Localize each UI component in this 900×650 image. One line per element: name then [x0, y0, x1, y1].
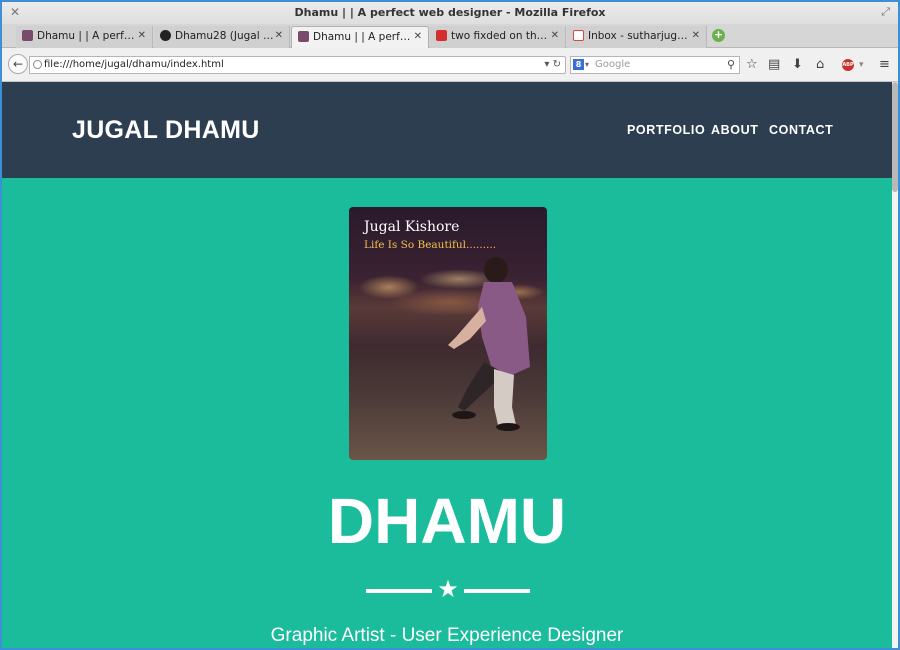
- tab-strip: Dhamu | | A perfect web d... ✕ Dhamu28 (…: [2, 24, 898, 48]
- nav-about[interactable]: ABOUT: [711, 123, 758, 137]
- url-bar[interactable]: file:///home/jugal/dhamu/index.html ▾ ↻: [29, 56, 566, 74]
- chevron-down-icon[interactable]: ▾: [585, 57, 589, 73]
- browser-window: ✕ Dhamu | | A perfect web designer - Moz…: [0, 0, 900, 650]
- hero-name: DHAMU: [327, 485, 567, 557]
- close-tab-icon[interactable]: ✕: [138, 30, 146, 41]
- navigation-toolbar: ← file:///home/jugal/dhamu/index.html ▾ …: [2, 48, 898, 82]
- hero-tagline: Graphic Artist - User Experience Designe…: [270, 625, 624, 646]
- divider-line: [464, 589, 530, 593]
- adblock-icon[interactable]: ABP: [842, 59, 854, 71]
- divider-line: [366, 589, 432, 593]
- close-tab-icon[interactable]: ✕: [275, 30, 283, 41]
- site-favicon-icon: [298, 31, 309, 42]
- tab-label: Dhamu28 (Jugal Dhamu): [175, 30, 275, 42]
- scrollbar-thumb[interactable]: [892, 82, 898, 192]
- profile-photo: Jugal Kishore Life Is So Beautiful......…: [349, 207, 547, 460]
- hero-section: Jugal Kishore Life Is So Beautiful......…: [2, 178, 892, 648]
- tab-label: Dhamu | | A perfect web d...: [37, 30, 137, 42]
- tab-youtube[interactable]: two fixded on the top nav... ✕: [430, 26, 566, 48]
- close-tab-icon[interactable]: ✕: [551, 30, 559, 41]
- window-maximize-icon[interactable]: ⤢: [881, 5, 890, 19]
- tab-label: Inbox - sutharjugalk@gmai...: [588, 30, 688, 42]
- star-icon: ★: [437, 575, 459, 603]
- new-tab-icon[interactable]: +: [712, 29, 725, 42]
- reading-list-icon[interactable]: ▤: [768, 57, 780, 73]
- close-tab-icon[interactable]: ✕: [414, 31, 422, 42]
- nav-portfolio[interactable]: PORTFOLIO: [627, 123, 705, 137]
- globe-icon: [33, 60, 42, 69]
- page-viewport: JUGAL DHAMU PORTFOLIO ABOUT CONTACT Juga…: [2, 82, 898, 648]
- photo-title: Jugal Kishore: [364, 219, 460, 235]
- home-icon[interactable]: ⌂: [816, 57, 824, 73]
- site-brand[interactable]: JUGAL DHAMU: [72, 116, 260, 145]
- github-icon: [160, 30, 171, 41]
- menu-icon[interactable]: ≡: [879, 57, 890, 73]
- search-placeholder: Google: [595, 59, 631, 70]
- gmail-icon: [573, 30, 584, 41]
- close-tab-icon[interactable]: ✕: [692, 30, 700, 41]
- site-favicon-icon: [22, 30, 33, 41]
- adblock-menu-icon[interactable]: ▾: [859, 57, 864, 73]
- tab-label: Dhamu | | A perfect web d...: [313, 31, 413, 43]
- photo-subtitle: Life Is So Beautiful.........: [364, 239, 497, 251]
- back-button[interactable]: ←: [8, 54, 28, 74]
- tab-label: two fixded on the top nav...: [451, 30, 551, 42]
- tab-dhamu-active[interactable]: Dhamu | | A perfect web d... ✕: [291, 26, 429, 48]
- nav-contact[interactable]: CONTACT: [769, 123, 833, 137]
- reload-icon[interactable]: ▾ ↻: [544, 57, 561, 73]
- tab-github[interactable]: Dhamu28 (Jugal Dhamu) ✕: [154, 26, 290, 48]
- site-header: JUGAL DHAMU PORTFOLIO ABOUT CONTACT: [2, 82, 892, 178]
- title-bar: ✕ Dhamu | | A perfect web designer - Moz…: [2, 2, 898, 24]
- search-bar[interactable]: 8 ▾ Google ⚲: [570, 56, 740, 74]
- person-silhouette: [448, 257, 530, 431]
- download-icon[interactable]: ⬇: [792, 57, 803, 73]
- url-text: file:///home/jugal/dhamu/index.html: [44, 59, 224, 70]
- google-icon[interactable]: 8: [573, 59, 584, 70]
- window-title: Dhamu | | A perfect web designer - Mozil…: [294, 6, 606, 19]
- tab-dhamu-1[interactable]: Dhamu | | A perfect web d... ✕: [16, 26, 153, 48]
- page-scrollbar[interactable]: [892, 82, 898, 648]
- star-divider: ★: [366, 575, 530, 603]
- search-icon[interactable]: ⚲: [727, 57, 735, 73]
- youtube-icon: [436, 30, 447, 41]
- bookmark-star-icon[interactable]: ☆: [746, 57, 758, 73]
- tab-gmail[interactable]: Inbox - sutharjugalk@gmai... ✕: [567, 26, 707, 48]
